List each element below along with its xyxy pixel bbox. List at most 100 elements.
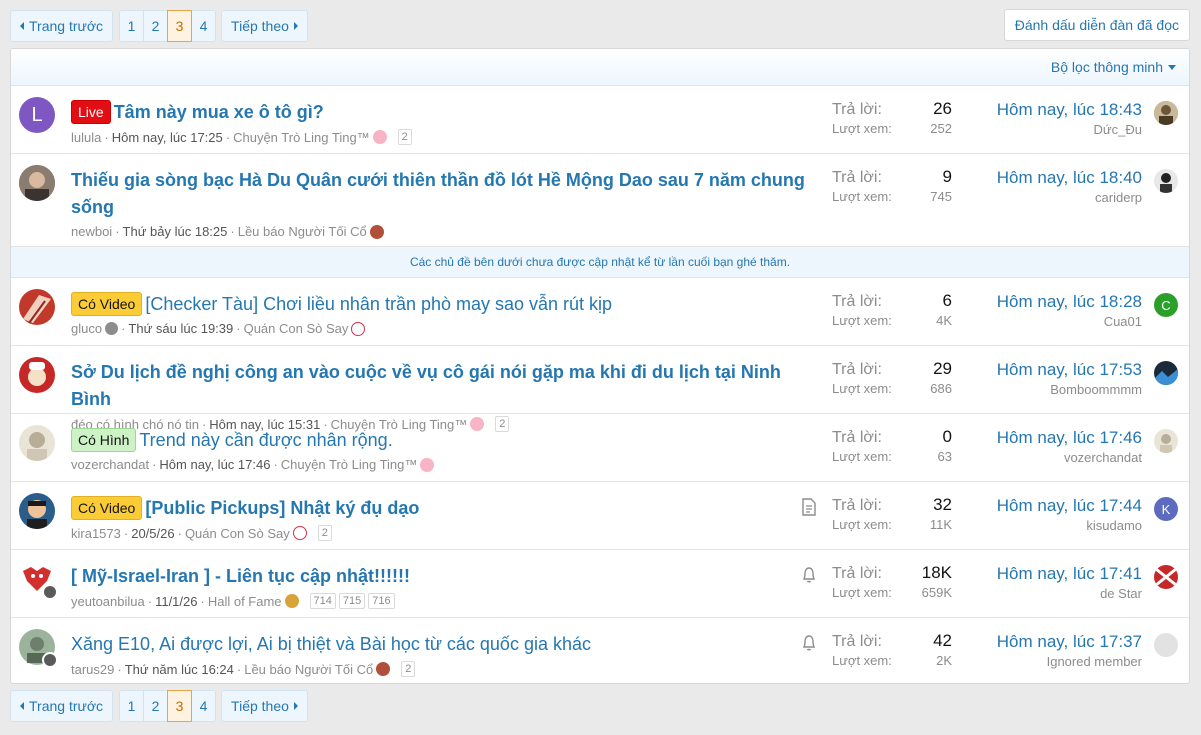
view-count: 252 bbox=[930, 121, 952, 136]
thread-title[interactable]: [ Mỹ-Israel-Iran ] - Liên tục cập nhật!!… bbox=[71, 566, 410, 586]
prefix-video-label[interactable]: Có Video bbox=[71, 292, 143, 316]
mark-forum-read-button[interactable]: Đánh dấu diễn đàn đã đọc bbox=[1003, 9, 1190, 41]
thread-meta: tarus29 · Thứ năm lúc 16:24 · Lều báo Ngườ… bbox=[71, 661, 811, 677]
prefix-video-label[interactable]: Có Video bbox=[71, 496, 143, 520]
latest-user[interactable]: kisudamo bbox=[997, 518, 1142, 533]
thread-date[interactable]: Thứ sáu lúc 19:39 bbox=[128, 321, 233, 336]
avatar[interactable] bbox=[19, 289, 55, 325]
secondary-avatar-icon bbox=[42, 584, 58, 600]
page-3-current[interactable]: 3 bbox=[167, 10, 193, 42]
chevron-left-icon bbox=[20, 22, 24, 30]
thread-forum[interactable]: Chuyện Trò Ling Ting™ bbox=[281, 457, 418, 472]
thread-author[interactable]: kira1573 bbox=[71, 526, 121, 541]
thread-forum[interactable]: Hall of Fame bbox=[208, 594, 282, 609]
thread-forum[interactable]: Quán Con Sò Say bbox=[185, 526, 290, 541]
prev-page-button[interactable]: Trang trước bbox=[10, 10, 114, 42]
thread-title[interactable]: Tâm này mua xe ô tô gì? bbox=[114, 102, 324, 122]
avatar[interactable] bbox=[19, 165, 55, 201]
thread-author[interactable]: gluco bbox=[71, 321, 102, 336]
page-1-link[interactable]: 1 bbox=[119, 10, 145, 42]
unread-divider: Các chủ đề bên dưới chưa được cập nhật k… bbox=[11, 247, 1189, 278]
thread-date[interactable]: 20/5/26 bbox=[131, 526, 174, 541]
thread-author[interactable]: lulula bbox=[71, 130, 101, 145]
thread-date[interactable]: Hôm nay, lúc 17:46 bbox=[159, 457, 270, 472]
smart-filter-button[interactable]: Bộ lọc thông minh bbox=[1051, 59, 1163, 75]
latest-user[interactable]: vozerchandat bbox=[997, 450, 1142, 465]
page-4-link[interactable]: 4 bbox=[191, 10, 217, 42]
prefix-image-label[interactable]: Có Hình bbox=[71, 428, 137, 452]
thread-row: Xăng E10, Ai được lợi, Ai bị thiệt và Bà… bbox=[11, 618, 1189, 683]
latest-time[interactable]: Hôm nay, lúc 17:46 bbox=[997, 427, 1142, 449]
thread-author[interactable]: tarus29 bbox=[71, 662, 114, 677]
page-numbers: 1 2 3 4 bbox=[119, 10, 217, 42]
page-link[interactable]: 2 bbox=[397, 129, 412, 145]
avatar[interactable] bbox=[19, 425, 55, 461]
thread-date[interactable]: Hôm nay, lúc 17:25 bbox=[112, 130, 223, 145]
latest-avatar[interactable]: K bbox=[1154, 497, 1178, 521]
page-link[interactable]: 714 bbox=[309, 593, 336, 609]
latest-time[interactable]: Hôm nay, lúc 17:44 bbox=[997, 495, 1142, 517]
latest-user[interactable]: Cua01 bbox=[997, 314, 1142, 329]
latest-time[interactable]: Hôm nay, lúc 18:43 bbox=[997, 99, 1142, 121]
page-link[interactable]: 716 bbox=[368, 593, 395, 609]
thread-title[interactable]: Trend này cần được nhân rộng. bbox=[139, 430, 392, 450]
thread-title[interactable]: Xăng E10, Ai được lợi, Ai bị thiệt và Bà… bbox=[71, 634, 591, 654]
thread-title[interactable]: [Checker Tàu] Chơi liều nhân trần phò ma… bbox=[145, 294, 612, 314]
latest-avatar[interactable] bbox=[1154, 101, 1178, 125]
page-link[interactable]: 715 bbox=[338, 593, 366, 609]
prefix-live-label[interactable]: Live bbox=[71, 100, 111, 124]
document-icon bbox=[802, 498, 816, 516]
latest-avatar[interactable] bbox=[1154, 565, 1178, 589]
thread-meta: newboi · Thứ bảy lúc 18:25 · Lều báo Người… bbox=[71, 224, 811, 239]
latest-user[interactable]: cariderp bbox=[997, 190, 1142, 205]
thread-forum[interactable]: Chuyện Trò Ling Ting™ bbox=[233, 130, 370, 145]
thread-row: [ Mỹ-Israel-Iran ] - Liên tục cập nhật!!… bbox=[11, 550, 1189, 618]
avatar[interactable] bbox=[19, 357, 55, 393]
thread-pages: 2 bbox=[397, 129, 412, 145]
page-3-current[interactable]: 3 bbox=[167, 690, 193, 722]
thread-date[interactable]: Thứ bảy lúc 18:25 bbox=[123, 224, 228, 239]
latest-post: Hôm nay, lúc 17:46 vozerchandat bbox=[997, 427, 1142, 465]
thread-date[interactable]: 11/1/26 bbox=[155, 594, 197, 609]
latest-avatar[interactable]: C bbox=[1154, 293, 1178, 317]
avatar[interactable]: L bbox=[19, 97, 55, 133]
page-2-link[interactable]: 2 bbox=[143, 10, 169, 42]
thread-forum[interactable]: Lều báo Người Tối Cổ bbox=[238, 224, 367, 239]
thread-forum[interactable]: Lều báo Người Tối Cổ bbox=[244, 662, 373, 677]
latest-time[interactable]: Hôm nay, lúc 17:37 bbox=[997, 631, 1142, 653]
next-page-button[interactable]: Tiếp theo bbox=[221, 690, 308, 722]
next-page-button[interactable]: Tiếp theo bbox=[221, 10, 308, 42]
page-link[interactable]: 2 bbox=[317, 525, 332, 541]
latest-user[interactable]: Bomboommmm bbox=[997, 382, 1142, 397]
prev-page-button[interactable]: Trang trước bbox=[10, 690, 114, 722]
latest-time[interactable]: Hôm nay, lúc 17:41 bbox=[997, 563, 1142, 585]
thread-stats: Trả lời: 32 Lượt xem: 11K bbox=[832, 495, 952, 532]
thread-date[interactable]: Thứ năm lúc 16:24 bbox=[125, 662, 234, 677]
latest-time[interactable]: Hôm nay, lúc 18:40 bbox=[997, 167, 1142, 189]
latest-avatar[interactable] bbox=[1154, 361, 1178, 385]
latest-avatar[interactable] bbox=[1154, 429, 1178, 453]
latest-time[interactable]: Hôm nay, lúc 18:28 bbox=[997, 291, 1142, 313]
latest-user[interactable]: Dức_Đu bbox=[997, 122, 1142, 137]
avatar[interactable] bbox=[19, 629, 58, 668]
thread-stats: Trả lời: 42 Lượt xem: 2K bbox=[832, 631, 952, 668]
page-link[interactable]: 2 bbox=[401, 661, 416, 677]
thread-author[interactable]: vozerchandat bbox=[71, 457, 149, 472]
page-4-link[interactable]: 4 bbox=[191, 690, 217, 722]
thread-author[interactable]: yeutoanbilua bbox=[71, 594, 145, 609]
thread-row: Sở Du lịch đề nghị công an vào cuộc về v… bbox=[11, 346, 1189, 432]
thread-title[interactable]: Sở Du lịch đề nghị công an vào cuộc về v… bbox=[71, 362, 781, 409]
avatar[interactable] bbox=[19, 561, 58, 600]
thread-forum[interactable]: Quán Con Sò Say bbox=[244, 321, 349, 336]
thread-title[interactable]: [Public Pickups] Nhật ký đụ dạo bbox=[145, 498, 419, 518]
thread-row: Có Video [Public Pickups] Nhật ký đụ dạo … bbox=[11, 482, 1189, 550]
page-1-link[interactable]: 1 bbox=[119, 690, 145, 722]
thread-author[interactable]: newboi bbox=[71, 224, 112, 239]
avatar[interactable] bbox=[19, 493, 55, 529]
latest-user[interactable]: de Star bbox=[997, 586, 1142, 601]
thread-title[interactable]: Thiếu gia sòng bạc Hà Du Quân cưới thiên… bbox=[71, 170, 805, 217]
latest-post: Hôm nay, lúc 17:41 de Star bbox=[997, 563, 1142, 601]
page-2-link[interactable]: 2 bbox=[143, 690, 169, 722]
latest-avatar[interactable] bbox=[1154, 169, 1178, 193]
latest-time[interactable]: Hôm nay, lúc 17:53 bbox=[997, 359, 1142, 381]
